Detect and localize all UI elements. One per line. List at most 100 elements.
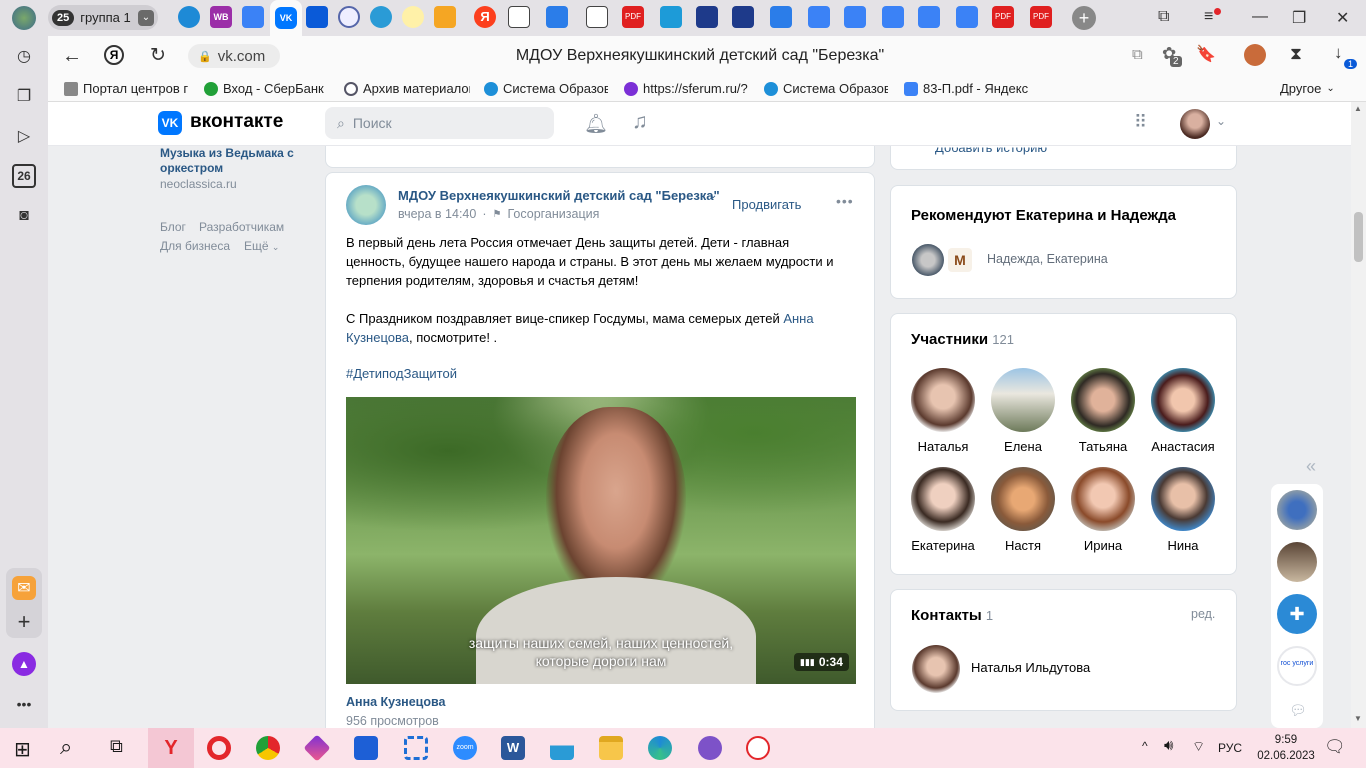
avatar[interactable]: M: [948, 248, 972, 272]
chevron-up-icon[interactable]: ^: [1142, 739, 1148, 753]
reload-icon[interactable]: ↻: [150, 44, 166, 67]
gosuslugi-icon[interactable]: [746, 736, 770, 760]
collapse-chevron-icon[interactable]: «: [1306, 456, 1316, 477]
member-item[interactable]: Нина: [1143, 467, 1223, 553]
recommend-names[interactable]: Надежда, Екатерина: [987, 252, 1108, 266]
playlist-title[interactable]: Музыка из Ведьмака с оркестром: [160, 146, 300, 176]
bookmark-item[interactable]: Система Образов: [764, 81, 888, 96]
member-item[interactable]: Елена: [983, 368, 1063, 454]
member-item[interactable]: Анастасия: [1143, 368, 1223, 454]
avatar[interactable]: [912, 244, 944, 276]
app-icon[interactable]: [550, 736, 574, 760]
yandex-browser-icon[interactable]: Y: [159, 736, 183, 760]
bookmark-item[interactable]: Система Образов: [484, 81, 608, 96]
vk-brand-name[interactable]: вконтакте: [190, 111, 283, 133]
more-icon[interactable]: •••: [836, 193, 854, 209]
chrome-icon[interactable]: [256, 736, 280, 760]
address-bar[interactable]: 🔒 vk.com: [188, 44, 280, 68]
bookmark-item[interactable]: Вход - СберБанк С: [204, 81, 328, 96]
promote-button[interactable]: Продвигать: [732, 197, 801, 212]
avatar[interactable]: [912, 645, 960, 693]
tab-edge[interactable]: [178, 6, 200, 28]
viber-icon[interactable]: [698, 736, 722, 760]
page-scrollbar[interactable]: ▲ ▼: [1351, 102, 1366, 728]
bookmark-item[interactable]: Портал центров г: [64, 81, 188, 96]
tab-pdf[interactable]: PDF: [622, 6, 644, 28]
tab-cube-2[interactable]: [808, 6, 830, 28]
tab-yandex-zen[interactable]: [402, 6, 424, 28]
scroll-up-icon[interactable]: ▲: [1354, 104, 1362, 113]
member-item[interactable]: Ирина: [1063, 467, 1143, 553]
contact-name[interactable]: Наталья Ильдутова: [971, 660, 1090, 675]
mail-icon[interactable]: ✉: [12, 576, 36, 600]
word-icon[interactable]: W: [501, 736, 525, 760]
snipping-tool-icon[interactable]: [404, 736, 428, 760]
chevron-down-icon[interactable]: ⌄: [1216, 114, 1226, 128]
collections-icon[interactable]: ❐: [12, 84, 36, 108]
more-icon[interactable]: •••: [12, 692, 36, 716]
opera-icon[interactable]: [207, 736, 231, 760]
tab-group-chip[interactable]: 25 группа 1 ⌄: [48, 5, 158, 30]
video-author[interactable]: Анна Кузнецова: [346, 695, 445, 709]
download-icon[interactable]: ↓: [1334, 43, 1343, 63]
footer-link-developers[interactable]: Разработчикам: [199, 220, 284, 234]
screenshot-icon[interactable]: ◙: [12, 204, 36, 228]
member-item[interactable]: Настя: [983, 467, 1063, 553]
vk-logo-icon[interactable]: VK: [158, 111, 182, 135]
language-indicator[interactable]: РУС: [1218, 741, 1242, 755]
restore-icon[interactable]: ❐: [1292, 8, 1306, 28]
avatar[interactable]: [1277, 490, 1317, 530]
chevron-down-icon[interactable]: ⌄: [709, 190, 717, 201]
tab-document[interactable]: [508, 6, 530, 28]
apps-grid-icon[interactable]: ⠿: [1134, 112, 1147, 133]
speaker-icon[interactable]: 🔊︎: [1164, 737, 1173, 754]
chevron-down-icon[interactable]: ⌄: [138, 9, 154, 26]
menu-icon[interactable]: ≡: [1204, 8, 1213, 26]
member-item[interactable]: Наталья: [903, 368, 983, 454]
minimize-icon[interactable]: —: [1252, 8, 1268, 26]
tab-check-2[interactable]: [770, 6, 792, 28]
community-avatar[interactable]: [346, 185, 386, 225]
avatar[interactable]: ✚: [1277, 594, 1317, 634]
add-icon[interactable]: +: [12, 609, 36, 634]
tab-mail[interactable]: [306, 6, 328, 28]
bookmark-item[interactable]: 83-П.pdf - Яндекс: [904, 81, 1028, 96]
playlist-source[interactable]: neoclassica.ru: [160, 177, 237, 191]
tab-cube-6[interactable]: [956, 6, 978, 28]
calendar-icon[interactable]: 26: [12, 164, 36, 188]
video-player[interactable]: защиты наших семей, наших ценностей, кот…: [346, 397, 856, 684]
windows-start-icon[interactable]: ⊞: [14, 737, 31, 762]
avatar-extension-icon[interactable]: [1244, 44, 1266, 66]
history-icon[interactable]: ◷: [12, 44, 36, 68]
scroll-thumb[interactable]: [1354, 212, 1363, 262]
notifications-icon[interactable]: 🗨︎: [1324, 737, 1346, 757]
post-time[interactable]: вчера в 14:40: [398, 207, 476, 221]
video-icon[interactable]: ▷: [12, 124, 36, 148]
collections-icon[interactable]: ⧗: [1290, 44, 1302, 64]
tab-manager-icon[interactable]: ⧉: [1158, 8, 1169, 26]
contacts-edit-link[interactable]: ред.: [1191, 607, 1215, 621]
app-icon[interactable]: [354, 736, 378, 760]
post-author[interactable]: МДОУ Верхнеякушкинский детский сад "Бере…: [398, 188, 720, 203]
bookmark-item[interactable]: Архив материалов: [344, 81, 470, 96]
tab-book[interactable]: [660, 6, 682, 28]
alice-icon[interactable]: ▲: [12, 652, 36, 676]
search-icon[interactable]: ⌕: [60, 734, 72, 760]
search-input[interactable]: ⌕ Поиск: [325, 107, 554, 139]
app-icon[interactable]: [303, 734, 331, 762]
scroll-down-icon[interactable]: ▼: [1354, 714, 1362, 723]
tab-cube[interactable]: [242, 6, 264, 28]
tab-cube-4[interactable]: [882, 6, 904, 28]
tab-shield[interactable]: [338, 6, 360, 28]
avatar[interactable]: [1180, 109, 1210, 139]
task-view-icon[interactable]: ⧉: [110, 736, 123, 757]
close-icon[interactable]: ✕: [1336, 8, 1349, 28]
tab-gmail[interactable]: [434, 6, 456, 28]
music-icon[interactable]: ♫: [632, 110, 648, 134]
member-item[interactable]: Татьяна: [1063, 368, 1143, 454]
footer-link-blog[interactable]: Блог: [160, 220, 186, 234]
tab-yandex[interactable]: Я: [474, 6, 496, 28]
tab-pdf-2[interactable]: PDF: [992, 6, 1014, 28]
members-header[interactable]: Участники 121: [911, 331, 1014, 348]
clock[interactable]: 9:59 02.06.2023: [1256, 732, 1316, 764]
